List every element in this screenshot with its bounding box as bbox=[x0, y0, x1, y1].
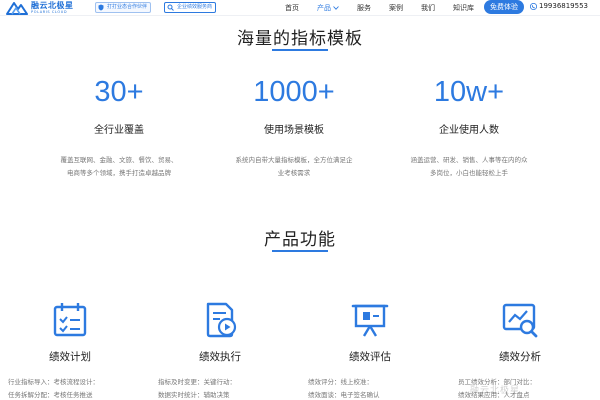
stat-label: 企业使用人数 bbox=[439, 125, 499, 136]
stat-value: 30+ bbox=[94, 76, 144, 108]
calendar-checklist-icon bbox=[53, 303, 87, 337]
nav-item-cases[interactable]: 案例 bbox=[389, 3, 403, 13]
phone-number: 19936819553 bbox=[539, 2, 588, 10]
stat-label: 使用场景模板 bbox=[264, 125, 324, 136]
stat-templates: 1000+ 使用场景模板 系统内自带大量指标模板，全方位满足企 业考核需求 bbox=[209, 78, 379, 180]
feature-execute[interactable]: 绩效执行 指标及时变更：关键行动： 数据实时统计：辅助决策 bbox=[150, 300, 290, 400]
watermark-text: 融云北极星 bbox=[470, 386, 521, 396]
stat-label: 全行业覆盖 bbox=[94, 125, 144, 136]
document-play-icon bbox=[206, 302, 237, 338]
feature-desc-line: 绩效面谈：电子签名确认 bbox=[308, 391, 380, 399]
stat-industries: 30+ 全行业覆盖 覆盖互联网、金融、文旅、餐饮、贸易、 电商等多个领域，携手打… bbox=[34, 78, 204, 180]
slogan-badge: 打打业态合作伙伴 bbox=[95, 2, 152, 13]
stat-desc-line: 业考核需求 bbox=[277, 169, 311, 177]
nav-item-home[interactable]: 首页 bbox=[285, 3, 299, 13]
stat-desc-line: 多岗位，小白也能轻松上手 bbox=[430, 169, 508, 177]
feature-evaluate[interactable]: 绩效评估 绩效评分：线上校准： 绩效面谈：电子签名确认 bbox=[300, 300, 440, 400]
logo-name-cn: 融云北极星 bbox=[31, 0, 74, 10]
phone-icon bbox=[530, 2, 537, 10]
logo-name-en: POLARIS CLOUD bbox=[31, 9, 68, 14]
phone-contact[interactable]: 19936819553 bbox=[530, 2, 588, 10]
polaris-logo-icon bbox=[6, 2, 28, 15]
stat-desc-line: 覆盖互联网、金融、文旅、餐饮、贸易、 bbox=[60, 156, 178, 164]
nav-item-label: 我们 bbox=[421, 3, 435, 12]
feature-title: 绩效评估 bbox=[349, 351, 391, 363]
feature-description: 行业指标导入：考核流程设计： 任务拆解分配：考核任务推送 bbox=[0, 376, 140, 400]
stat-desc-line: 电商等多个领域，携手打造卓越品牌 bbox=[67, 169, 171, 177]
stat-desc-line: 系统内自带大量指标模板，全方位满足企 bbox=[235, 156, 353, 164]
stat-value: 10w+ bbox=[433, 76, 505, 108]
chevron-down-icon bbox=[333, 5, 339, 10]
stat-description: 涵盖运营、研发、销售、人事等在内的众 多岗位，小白也能轻松上手 bbox=[384, 154, 554, 180]
feature-title: 绩效分析 bbox=[499, 351, 541, 363]
service-badge-text: 企业绩效服务商 bbox=[177, 4, 213, 10]
nav-item-about[interactable]: 我们 bbox=[421, 3, 435, 13]
feature-description: 绩效评分：线上校准： 绩效面谈：电子签名确认 bbox=[300, 376, 440, 400]
nav-item-label: 产品 bbox=[317, 3, 331, 12]
stat-value: 1000+ bbox=[253, 76, 335, 108]
nav-item-products[interactable]: 产品 bbox=[317, 3, 339, 13]
shield-badge-icon bbox=[98, 4, 104, 11]
feature-desc-line: 绩效评分：线上校准： bbox=[308, 378, 373, 386]
top-navbar: 融云北极星 POLARIS CLOUD 打打业态合作伙伴 企业绩效服务商 首页 … bbox=[0, 0, 600, 16]
feature-desc-line: 数据实时统计：辅助决策 bbox=[158, 391, 230, 399]
feature-description: 指标及时变更：关键行动： 数据实时统计：辅助决策 bbox=[150, 376, 290, 400]
feature-desc-line: 指标及时变更：关键行动： bbox=[158, 378, 236, 386]
nav-item-knowledge[interactable]: 知识库 bbox=[453, 3, 474, 13]
features-title-underline bbox=[272, 250, 328, 252]
free-trial-button[interactable]: 免费体验 bbox=[484, 0, 524, 14]
nav-item-label: 服务 bbox=[357, 3, 371, 12]
nav-item-services[interactable]: 服务 bbox=[357, 3, 371, 13]
templates-title-underline bbox=[272, 49, 328, 51]
stat-desc-line: 涵盖运营、研发、销售、人事等在内的众 bbox=[410, 156, 528, 164]
stat-users: 10w+ 企业使用人数 涵盖运营、研发、销售、人事等在内的众 多岗位，小白也能轻… bbox=[384, 78, 554, 180]
nav-item-label: 知识库 bbox=[453, 3, 474, 12]
feature-title: 绩效执行 bbox=[199, 351, 241, 363]
features-section-title: 产品功能 bbox=[264, 230, 336, 250]
stat-description: 覆盖互联网、金融、文旅、餐饮、贸易、 电商等多个领域，携手打造卓越品牌 bbox=[34, 154, 204, 180]
feature-plan[interactable]: 绩效计划 行业指标导入：考核流程设计： 任务拆解分配：考核任务推送 bbox=[0, 300, 140, 400]
stat-description: 系统内自带大量指标模板，全方位满足企 业考核需求 bbox=[209, 154, 379, 180]
templates-section-title: 海量的指标模板 bbox=[237, 29, 363, 49]
feature-title: 绩效计划 bbox=[49, 351, 91, 363]
search-badge-icon bbox=[167, 4, 174, 11]
slogan-badge-text: 打打业态合作伙伴 bbox=[107, 4, 148, 10]
main-nav: 首页 产品 服务 案例 我们 知识库 bbox=[285, 0, 492, 15]
feature-desc-line: 任务拆解分配：考核任务推送 bbox=[8, 391, 93, 399]
feature-desc-line: 行业指标导入：考核流程设计： bbox=[8, 378, 99, 386]
presentation-board-icon bbox=[351, 304, 389, 337]
chart-magnifier-icon bbox=[502, 303, 538, 338]
service-badge: 企业绩效服务商 bbox=[164, 2, 217, 13]
nav-item-label: 首页 bbox=[285, 3, 299, 12]
logo[interactable]: 融云北极星 POLARIS CLOUD bbox=[6, 1, 74, 15]
nav-item-label: 案例 bbox=[389, 3, 403, 12]
